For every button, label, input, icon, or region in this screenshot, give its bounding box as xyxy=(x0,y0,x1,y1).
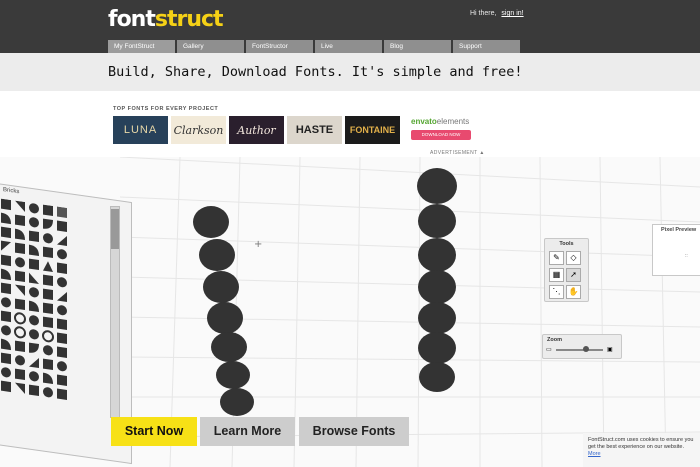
browse-fonts-button[interactable]: Browse Fonts xyxy=(299,417,409,446)
top-header: fontstruct Hi there, sign in! My FontStr… xyxy=(0,0,700,53)
eraser-icon[interactable]: ◇ xyxy=(566,251,581,265)
line-tool-icon[interactable]: ⋱ xyxy=(549,285,564,299)
cookie-more-link[interactable]: More xyxy=(588,451,601,457)
logo-text-font: font xyxy=(108,7,156,32)
zoom-in-icon[interactable]: ▣ xyxy=(607,346,613,353)
svg-text:+: + xyxy=(254,239,262,250)
advertisement-label: ADVERTISEMENT ▲ xyxy=(430,150,485,156)
nav-gallery[interactable]: Gallery xyxy=(177,40,244,53)
pixel-preview-title: Pixel Preview xyxy=(661,227,697,233)
zoom-slider-track[interactable] xyxy=(556,349,603,351)
advertisement-text: ADVERTISEMENT xyxy=(430,150,478,156)
page-tagline: Build, Share, Download Fonts. It's simpl… xyxy=(108,64,523,80)
pixel-preview-dots: :: xyxy=(685,253,688,259)
envato-suffix: elements xyxy=(436,117,470,126)
grid-select-icon[interactable]: ▦ xyxy=(549,268,564,282)
greeting-text: Hi there, xyxy=(470,10,497,17)
download-now-button[interactable]: DOWNLOAD NOW xyxy=(411,130,471,140)
main-nav: My FontStruct Gallery FontStructor Live … xyxy=(108,40,520,53)
nav-fontstructor[interactable]: FontStructor xyxy=(246,40,313,53)
scrollbar-thumb[interactable] xyxy=(111,209,119,249)
ad-label: TOP FONTS FOR EVERY PROJECT xyxy=(113,106,219,112)
user-greeting: Hi there, sign in! xyxy=(470,10,524,17)
nav-live[interactable]: Live xyxy=(315,40,382,53)
zoom-panel: Zoom ▭ ▣ xyxy=(542,334,622,359)
ad-thumb-author[interactable]: Author xyxy=(229,116,284,144)
fontstruct-logo[interactable]: fontstruct xyxy=(108,7,224,32)
zoom-slider-knob[interactable] xyxy=(583,346,589,352)
nav-support[interactable]: Support xyxy=(453,40,520,53)
cookie-text: FontStruct.com uses cookies to ensure yo… xyxy=(588,437,694,450)
nav-my-fontstruct[interactable]: My FontStruct xyxy=(108,40,175,53)
start-now-button[interactable]: Start Now xyxy=(111,417,197,446)
adchoices-icon[interactable]: ▲ xyxy=(479,150,484,156)
zoom-panel-title: Zoom xyxy=(547,337,562,343)
learn-more-button[interactable]: Learn More xyxy=(200,417,295,446)
pointer-icon[interactable]: ➚ xyxy=(566,268,581,282)
ad-thumb-fontaine[interactable]: FONTAINE xyxy=(345,116,400,144)
hand-icon[interactable]: ✋ xyxy=(566,285,581,299)
cookie-notice: FontStruct.com uses cookies to ensure yo… xyxy=(583,433,700,467)
nav-blog[interactable]: Blog xyxy=(384,40,451,53)
tools-panel: Tools ✎ ◇ ▦ ➚ ⋱ ✋ xyxy=(544,238,589,302)
tools-panel-title: Tools xyxy=(559,241,574,247)
ad-thumb-haste[interactable]: HASTE xyxy=(287,116,342,144)
ad-thumb-clarkson[interactable]: Clarkson xyxy=(171,116,226,144)
envato-elements-logo[interactable]: envatoelements xyxy=(411,117,469,126)
zoom-out-icon[interactable]: ▭ xyxy=(546,346,552,353)
pencil-icon[interactable]: ✎ xyxy=(549,251,564,265)
bricks-scrollbar[interactable] xyxy=(110,206,120,418)
ad-thumb-luna[interactable]: LUNA xyxy=(113,116,168,144)
pixel-preview-panel: Pixel Preview :: xyxy=(652,224,700,276)
envato-brand: envato xyxy=(411,117,437,126)
sign-in-link[interactable]: sign in! xyxy=(501,10,523,17)
logo-text-struct: struct xyxy=(154,7,224,32)
brick-palette-grid[interactable] xyxy=(1,198,111,434)
